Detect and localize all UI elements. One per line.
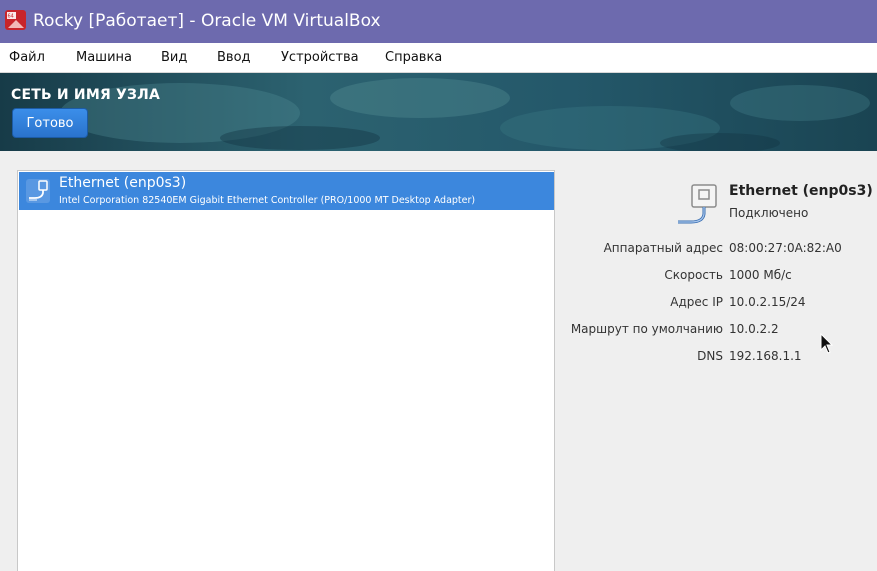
virtualbox-icon: 64 (5, 10, 26, 30)
mouse-pointer-icon (820, 333, 834, 354)
property-speed: Скорость 1000 Мб/с (560, 268, 877, 286)
property-label: Аппаратный адрес (603, 241, 723, 255)
property-value: 08:00:27:0A:82:A0 (729, 241, 842, 255)
menu-devices[interactable]: Устройства (281, 50, 359, 65)
menubar: Файл Машина Вид Ввод Устройства Справка (0, 43, 877, 73)
svg-text:64: 64 (8, 14, 14, 20)
window-titlebar: 64 Rocky [Работает] - Oracle VM VirtualB… (0, 0, 877, 43)
device-description: Intel Corporation 82540EM Gigabit Ethern… (59, 195, 476, 206)
done-button[interactable]: Готово (12, 108, 88, 138)
property-hw-address: Аппаратный адрес 08:00:27:0A:82:A0 (560, 241, 877, 259)
property-ip-address: Адрес IP 10.0.2.15/24 (560, 295, 877, 313)
connection-status: Подключено (729, 206, 809, 220)
device-details: Ethernet (enp0s3) Подключено Аппаратный … (560, 170, 877, 390)
device-name: Ethernet (enp0s3) (59, 175, 187, 191)
ethernet-icon (26, 179, 50, 203)
property-value: 192.168.1.1 (729, 349, 802, 363)
menu-file[interactable]: Файл (9, 50, 45, 65)
ethernet-cable-icon (678, 184, 717, 224)
page-title: СЕТЬ И ИМЯ УЗЛА (11, 87, 161, 103)
device-list-item[interactable]: Ethernet (enp0s3) Intel Corporation 8254… (19, 172, 554, 210)
property-value: 10.0.2.15/24 (729, 295, 806, 309)
property-label: DNS (697, 349, 723, 363)
menu-view[interactable]: Вид (161, 50, 187, 65)
header-banner: СЕТЬ И ИМЯ УЗЛА Готово (0, 73, 877, 151)
menu-machine[interactable]: Машина (76, 50, 132, 65)
menu-help[interactable]: Справка (385, 50, 442, 65)
banner-background (0, 73, 877, 151)
window-title: Rocky [Работает] - Oracle VM VirtualBox (33, 11, 381, 31)
menu-input[interactable]: Ввод (217, 50, 251, 65)
property-label: Маршрут по умолчанию (570, 322, 723, 336)
property-value: 1000 Мб/с (729, 268, 792, 282)
property-value: 10.0.2.2 (729, 322, 779, 336)
property-label: Скорость (664, 268, 723, 282)
property-label: Адрес IP (670, 295, 723, 309)
device-list: Ethernet (enp0s3) Intel Corporation 8254… (17, 170, 555, 571)
interface-name: Ethernet (enp0s3) (729, 183, 873, 199)
